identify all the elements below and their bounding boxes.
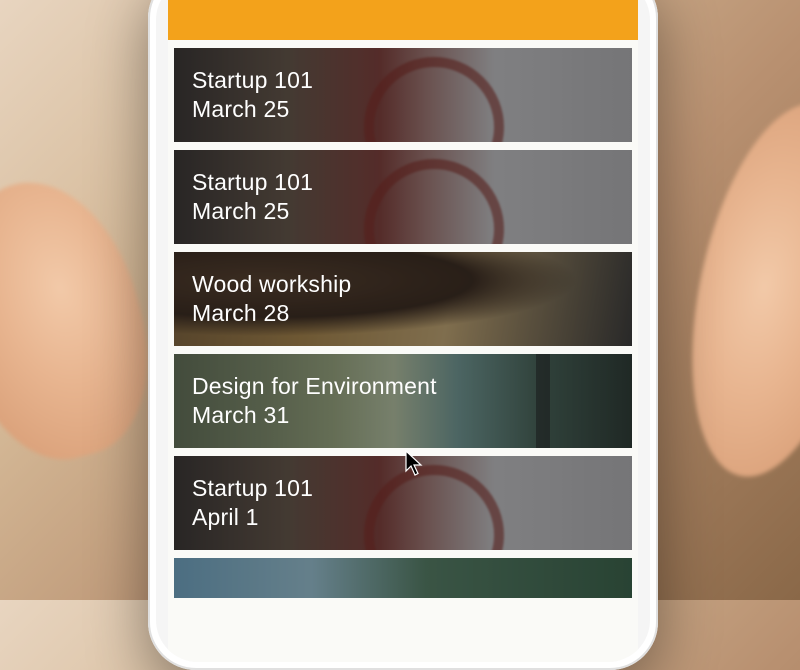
- event-card[interactable]: Wood workship March 28: [174, 252, 632, 346]
- event-card[interactable]: Startup 101 March 25: [174, 48, 632, 142]
- event-title: Startup 101: [192, 474, 632, 503]
- event-card[interactable]: Startup 101 March 25: [174, 150, 632, 244]
- event-date: April 1: [192, 503, 632, 532]
- app-header: [168, 0, 638, 40]
- event-background: [174, 558, 632, 598]
- event-title: Startup 101: [192, 168, 632, 197]
- event-date: March 28: [192, 299, 632, 328]
- event-list[interactable]: Startup 101 March 25 Startup 101 March 2…: [168, 40, 638, 598]
- event-title: Design for Environment: [192, 372, 632, 401]
- event-date: March 25: [192, 197, 632, 226]
- event-date: March 31: [192, 401, 632, 430]
- hand-right: [662, 88, 800, 493]
- app-screen: Startup 101 March 25 Startup 101 March 2…: [168, 0, 638, 662]
- event-card[interactable]: Startup 101 April 1: [174, 456, 632, 550]
- event-card[interactable]: Design for Environment March 31: [174, 354, 632, 448]
- phone-frame: Startup 101 March 25 Startup 101 March 2…: [148, 0, 658, 670]
- event-date: March 25: [192, 95, 632, 124]
- event-title: Wood workship: [192, 270, 632, 299]
- event-title: Startup 101: [192, 66, 632, 95]
- event-card[interactable]: [174, 558, 632, 598]
